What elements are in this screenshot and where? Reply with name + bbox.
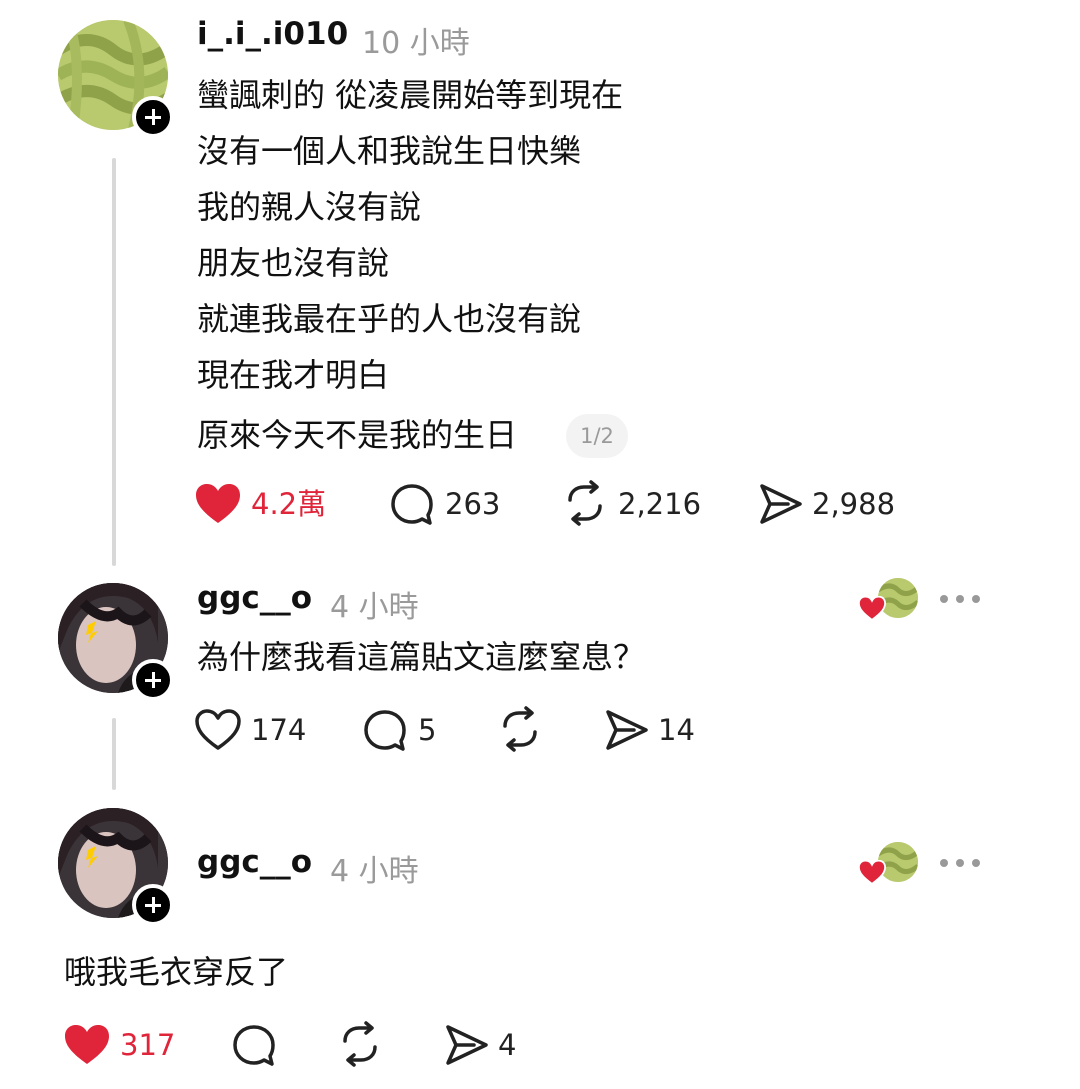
post-text-line: 蠻諷刺的 從凌晨開始等到現在 (197, 76, 624, 114)
post-text-line: 就連我最在乎的人也沒有說 (197, 300, 582, 338)
post-text-line: 我的親人沒有說 (197, 188, 422, 226)
reply-username[interactable]: ggc__o (197, 844, 312, 880)
post-text-line: 現在我才明白 (197, 356, 390, 394)
reply-username[interactable]: ggc__o (197, 580, 312, 616)
reply-text: 哦我毛衣穿反了 (64, 953, 289, 991)
author-liked-heart-icon (858, 860, 886, 885)
like-count[interactable]: 317 (120, 1025, 175, 1065)
like-count[interactable]: 174 (251, 710, 306, 750)
share-icon[interactable] (444, 1023, 490, 1067)
author-liked-heart-icon (858, 596, 886, 621)
comment-icon[interactable] (362, 708, 408, 754)
reply-timestamp: 4 小時 (330, 590, 419, 625)
reply-text: 為什麼我看這篇貼文這麼窒息？ (197, 638, 646, 676)
share-count[interactable]: 2,988 (812, 484, 895, 524)
comment-count[interactable]: 5 (418, 710, 436, 750)
repost-icon[interactable] (337, 1021, 383, 1067)
repost-icon[interactable] (497, 706, 543, 752)
page-indicator: 1/2 (566, 414, 628, 458)
share-count[interactable]: 4 (498, 1025, 516, 1065)
comment-count[interactable]: 263 (445, 484, 500, 524)
comment-icon[interactable] (389, 482, 435, 528)
post-text-line: 沒有一個人和我說生日快樂 (197, 132, 582, 170)
heart-icon[interactable] (64, 1024, 110, 1066)
heart-outline-icon[interactable] (195, 709, 241, 751)
like-count[interactable]: 4.2萬 (251, 484, 326, 524)
repost-count[interactable]: 2,216 (618, 484, 701, 524)
more-options-icon[interactable] (938, 856, 982, 870)
follow-plus-button[interactable] (132, 659, 174, 701)
post-username[interactable]: i_.i_.i010 (197, 16, 348, 52)
heart-icon[interactable] (195, 483, 241, 525)
share-count[interactable]: 14 (658, 710, 695, 750)
share-icon[interactable] (604, 708, 650, 752)
share-icon[interactable] (758, 482, 804, 526)
comment-icon[interactable] (231, 1023, 277, 1069)
more-options-icon[interactable] (938, 592, 982, 606)
post-timestamp: 10 小時 (362, 26, 470, 61)
reply-timestamp: 4 小時 (330, 854, 419, 889)
follow-plus-button[interactable] (132, 96, 174, 138)
post-text-line: 朋友也沒有說 (197, 244, 390, 282)
repost-icon[interactable] (562, 480, 608, 526)
follow-plus-button[interactable] (132, 884, 174, 926)
post-text-line: 原來今天不是我的生日 (197, 416, 518, 454)
thread-line (112, 718, 116, 790)
thread-line (112, 158, 116, 566)
